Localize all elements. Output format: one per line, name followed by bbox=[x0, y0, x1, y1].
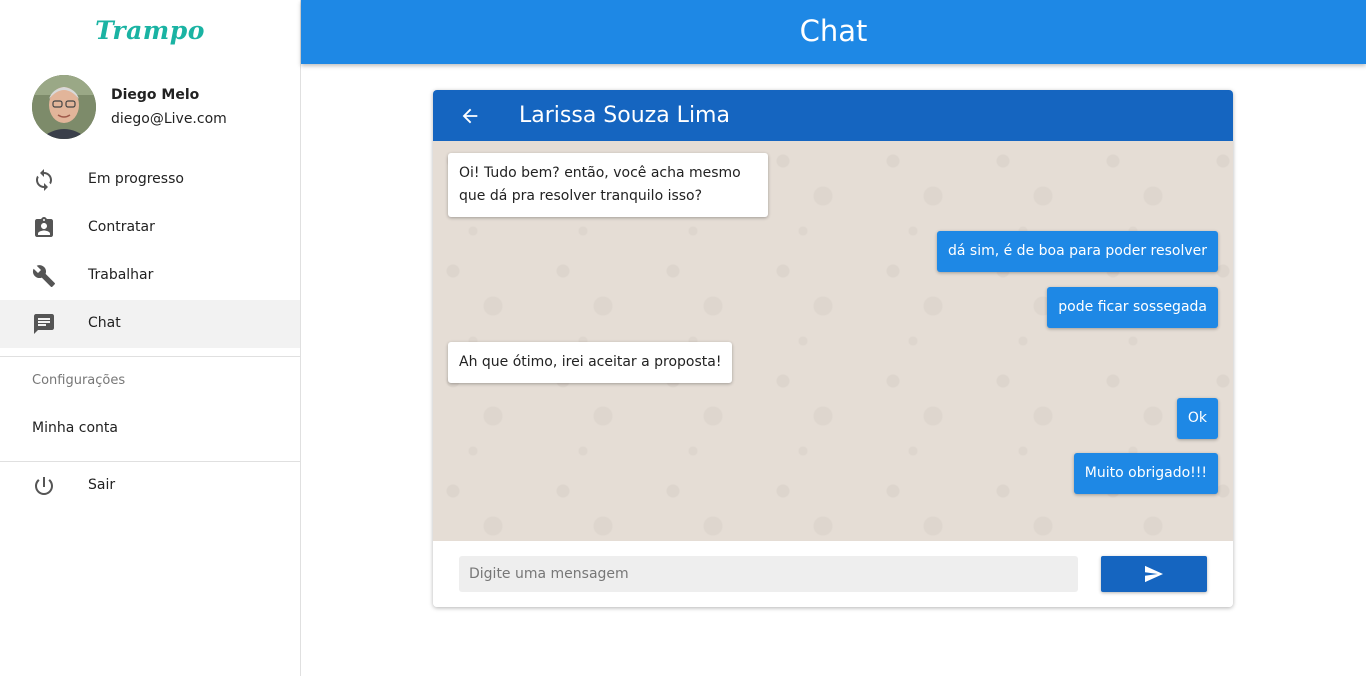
user-email: diego@Live.com bbox=[111, 111, 227, 127]
sidebar-item-contratar[interactable]: Contratar bbox=[0, 204, 300, 252]
send-button[interactable] bbox=[1101, 556, 1207, 592]
sidebar-item-em-progresso[interactable]: Em progresso bbox=[0, 156, 300, 204]
message-bubble-incoming: Oi! Tudo bem? então, você acha mesmo que… bbox=[448, 153, 768, 217]
sidebar-item-label: Contratar bbox=[88, 219, 155, 235]
assignment-ind-icon bbox=[32, 216, 56, 240]
wrench-icon bbox=[32, 264, 56, 288]
message-composer bbox=[433, 541, 1233, 607]
message-list[interactable]: Oi! Tudo bem? então, você acha mesmo que… bbox=[433, 141, 1233, 541]
back-arrow-icon[interactable] bbox=[459, 105, 481, 127]
sidebar-item-minha-conta[interactable]: Minha conta bbox=[0, 405, 300, 453]
sidebar-item-sair[interactable]: Sair bbox=[0, 462, 300, 510]
chat-icon bbox=[32, 312, 56, 336]
power-icon bbox=[32, 474, 56, 498]
sidebar-item-trabalhar[interactable]: Trabalhar bbox=[0, 252, 300, 300]
app-logo[interactable]: Trampo bbox=[0, 16, 300, 45]
chat-card: Larissa Souza Lima Oi! Tudo bem? então, … bbox=[433, 90, 1233, 607]
sidebar-item-label: Minha conta bbox=[32, 420, 118, 436]
sidebar-item-label: Chat bbox=[88, 315, 121, 331]
sidebar-item-label: Em progresso bbox=[88, 171, 184, 187]
contact-name: Larissa Souza Lima bbox=[519, 103, 730, 128]
sidebar-item-chat[interactable]: Chat bbox=[0, 300, 300, 348]
message-bubble-outgoing: dá sim, é de boa para poder resolver bbox=[936, 231, 1218, 272]
message-bubble-incoming: Ah que ótimo, irei aceitar a proposta! bbox=[448, 342, 733, 383]
sidebar: Trampo Diego Melo diego@Live.com Em prog… bbox=[0, 0, 301, 676]
app-bar: Chat bbox=[301, 0, 1366, 64]
user-name: Diego Melo bbox=[111, 87, 200, 103]
send-icon bbox=[1145, 565, 1163, 583]
page-title: Chat bbox=[799, 14, 868, 48]
sidebar-item-label: Trabalhar bbox=[88, 267, 154, 283]
message-input[interactable] bbox=[459, 556, 1078, 592]
sidebar-item-label: Sair bbox=[88, 477, 116, 493]
message-bubble-outgoing: Ok bbox=[1176, 398, 1218, 439]
sync-icon bbox=[32, 168, 56, 192]
message-bubble-outgoing: Muito obrigado!!! bbox=[1073, 453, 1218, 494]
message-bubble-outgoing: pode ficar sossegada bbox=[1047, 287, 1218, 328]
divider bbox=[0, 356, 300, 357]
avatar bbox=[32, 75, 96, 139]
settings-section-title: Configurações bbox=[32, 373, 126, 388]
chat-header: Larissa Souza Lima bbox=[433, 90, 1233, 141]
